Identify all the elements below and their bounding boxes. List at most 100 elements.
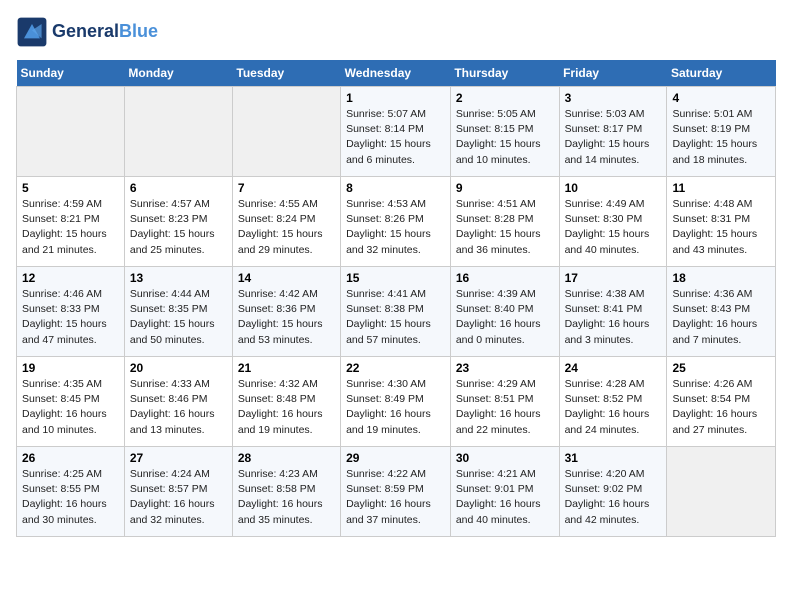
day-number: 29 xyxy=(346,451,445,465)
day-info: Sunrise: 4:55 AM Sunset: 8:24 PM Dayligh… xyxy=(238,197,335,258)
day-number: 18 xyxy=(672,271,770,285)
calendar-cell: 25 Sunrise: 4:26 AM Sunset: 8:54 PM Dayli… xyxy=(667,357,776,447)
header-wednesday: Wednesday xyxy=(341,60,451,87)
day-number: 19 xyxy=(22,361,119,375)
day-number: 26 xyxy=(22,451,119,465)
calendar-cell: 20 Sunrise: 4:33 AM Sunset: 8:46 PM Dayli… xyxy=(124,357,232,447)
day-number: 27 xyxy=(130,451,227,465)
day-number: 12 xyxy=(22,271,119,285)
calendar-cell: 2Sunrise: 5:05 AM Sunset: 8:15 PM Daylig… xyxy=(450,87,559,177)
day-info: Sunrise: 4:29 AM Sunset: 8:51 PM Dayligh… xyxy=(456,377,554,438)
day-info: Sunrise: 4:42 AM Sunset: 8:36 PM Dayligh… xyxy=(238,287,335,348)
day-number: 13 xyxy=(130,271,227,285)
calendar-cell: 19Sunrise: 4:35 AM Sunset: 8:45 PM Dayli… xyxy=(17,357,125,447)
calendar-cell: 21 Sunrise: 4:32 AM Sunset: 8:48 PM Dayli… xyxy=(232,357,340,447)
day-number: 2 xyxy=(456,91,554,105)
calendar-cell: 13 Sunrise: 4:44 AM Sunset: 8:35 PM Dayli… xyxy=(124,267,232,357)
calendar-cell xyxy=(124,87,232,177)
day-number: 17 xyxy=(565,271,662,285)
calendar-cell: 28 Sunrise: 4:23 AM Sunset: 8:58 PM Dayli… xyxy=(232,447,340,537)
day-info: Sunrise: 4:46 AM Sunset: 8:33 PM Dayligh… xyxy=(22,287,119,348)
day-info: Sunrise: 4:33 AM Sunset: 8:46 PM Dayligh… xyxy=(130,377,227,438)
calendar-cell: 31 Sunrise: 4:20 AM Sunset: 9:02 PM Dayli… xyxy=(559,447,667,537)
logo: GeneralBlue xyxy=(16,16,158,48)
page-header: GeneralBlue xyxy=(16,16,776,48)
calendar-week-row: 12 Sunrise: 4:46 AM Sunset: 8:33 PM Dayli… xyxy=(17,267,776,357)
day-number: 6 xyxy=(130,181,227,195)
day-info: Sunrise: 4:25 AM Sunset: 8:55 PM Dayligh… xyxy=(22,467,119,528)
logo-text: GeneralBlue xyxy=(52,22,158,42)
calendar-table: SundayMondayTuesdayWednesdayThursdayFrid… xyxy=(16,60,776,537)
day-number: 24 xyxy=(565,361,662,375)
calendar-cell xyxy=(17,87,125,177)
calendar-cell: 18 Sunrise: 4:36 AM Sunset: 8:43 PM Dayli… xyxy=(667,267,776,357)
header-friday: Friday xyxy=(559,60,667,87)
day-info: Sunrise: 4:23 AM Sunset: 8:58 PM Dayligh… xyxy=(238,467,335,528)
calendar-cell: 3Sunrise: 5:03 AM Sunset: 8:17 PM Daylig… xyxy=(559,87,667,177)
calendar-cell xyxy=(232,87,340,177)
day-number: 22 xyxy=(346,361,445,375)
day-number: 11 xyxy=(672,181,770,195)
calendar-cell: 27 Sunrise: 4:24 AM Sunset: 8:57 PM Dayli… xyxy=(124,447,232,537)
day-number: 23 xyxy=(456,361,554,375)
day-info: Sunrise: 4:39 AM Sunset: 8:40 PM Dayligh… xyxy=(456,287,554,348)
logo-icon xyxy=(16,16,48,48)
calendar-cell: 30 Sunrise: 4:21 AM Sunset: 9:01 PM Dayli… xyxy=(450,447,559,537)
calendar-cell: 9Sunrise: 4:51 AM Sunset: 8:28 PM Daylig… xyxy=(450,177,559,267)
day-info: Sunrise: 4:24 AM Sunset: 8:57 PM Dayligh… xyxy=(130,467,227,528)
calendar-cell: 7 Sunrise: 4:55 AM Sunset: 8:24 PM Daylig… xyxy=(232,177,340,267)
day-number: 28 xyxy=(238,451,335,465)
header-thursday: Thursday xyxy=(450,60,559,87)
header-monday: Monday xyxy=(124,60,232,87)
calendar-cell: 15Sunrise: 4:41 AM Sunset: 8:38 PM Dayli… xyxy=(341,267,451,357)
day-info: Sunrise: 4:22 AM Sunset: 8:59 PM Dayligh… xyxy=(346,467,445,528)
day-info: Sunrise: 4:26 AM Sunset: 8:54 PM Dayligh… xyxy=(672,377,770,438)
calendar-cell: 10Sunrise: 4:49 AM Sunset: 8:30 PM Dayli… xyxy=(559,177,667,267)
day-info: Sunrise: 4:59 AM Sunset: 8:21 PM Dayligh… xyxy=(22,197,119,258)
calendar-cell: 11 Sunrise: 4:48 AM Sunset: 8:31 PM Dayli… xyxy=(667,177,776,267)
day-info: Sunrise: 4:36 AM Sunset: 8:43 PM Dayligh… xyxy=(672,287,770,348)
day-info: Sunrise: 4:21 AM Sunset: 9:01 PM Dayligh… xyxy=(456,467,554,528)
calendar-week-row: 1Sunrise: 5:07 AM Sunset: 8:14 PM Daylig… xyxy=(17,87,776,177)
calendar-cell: 8Sunrise: 4:53 AM Sunset: 8:26 PM Daylig… xyxy=(341,177,451,267)
day-number: 30 xyxy=(456,451,554,465)
day-info: Sunrise: 4:38 AM Sunset: 8:41 PM Dayligh… xyxy=(565,287,662,348)
calendar-week-row: 19Sunrise: 4:35 AM Sunset: 8:45 PM Dayli… xyxy=(17,357,776,447)
calendar-cell: 12 Sunrise: 4:46 AM Sunset: 8:33 PM Dayli… xyxy=(17,267,125,357)
calendar-cell: 17 Sunrise: 4:38 AM Sunset: 8:41 PM Dayli… xyxy=(559,267,667,357)
day-number: 21 xyxy=(238,361,335,375)
day-info: Sunrise: 4:32 AM Sunset: 8:48 PM Dayligh… xyxy=(238,377,335,438)
calendar-cell: 24 Sunrise: 4:28 AM Sunset: 8:52 PM Dayli… xyxy=(559,357,667,447)
calendar-cell: 22 Sunrise: 4:30 AM Sunset: 8:49 PM Dayli… xyxy=(341,357,451,447)
day-info: Sunrise: 4:53 AM Sunset: 8:26 PM Dayligh… xyxy=(346,197,445,258)
day-info: Sunrise: 4:41 AM Sunset: 8:38 PM Dayligh… xyxy=(346,287,445,348)
day-number: 16 xyxy=(456,271,554,285)
day-number: 25 xyxy=(672,361,770,375)
day-info: Sunrise: 5:01 AM Sunset: 8:19 PM Dayligh… xyxy=(672,107,770,168)
header-sunday: Sunday xyxy=(17,60,125,87)
day-info: Sunrise: 4:44 AM Sunset: 8:35 PM Dayligh… xyxy=(130,287,227,348)
day-info: Sunrise: 4:30 AM Sunset: 8:49 PM Dayligh… xyxy=(346,377,445,438)
day-info: Sunrise: 4:48 AM Sunset: 8:31 PM Dayligh… xyxy=(672,197,770,258)
day-info: Sunrise: 4:20 AM Sunset: 9:02 PM Dayligh… xyxy=(565,467,662,528)
day-info: Sunrise: 4:51 AM Sunset: 8:28 PM Dayligh… xyxy=(456,197,554,258)
calendar-cell xyxy=(667,447,776,537)
calendar-cell: 16 Sunrise: 4:39 AM Sunset: 8:40 PM Dayli… xyxy=(450,267,559,357)
calendar-cell: 29 Sunrise: 4:22 AM Sunset: 8:59 PM Dayli… xyxy=(341,447,451,537)
calendar-cell: 5 Sunrise: 4:59 AM Sunset: 8:21 PM Daylig… xyxy=(17,177,125,267)
day-number: 31 xyxy=(565,451,662,465)
day-number: 4 xyxy=(672,91,770,105)
day-info: Sunrise: 4:57 AM Sunset: 8:23 PM Dayligh… xyxy=(130,197,227,258)
day-number: 5 xyxy=(22,181,119,195)
calendar-header-row: SundayMondayTuesdayWednesdayThursdayFrid… xyxy=(17,60,776,87)
calendar-cell: 23 Sunrise: 4:29 AM Sunset: 8:51 PM Dayli… xyxy=(450,357,559,447)
day-info: Sunrise: 4:49 AM Sunset: 8:30 PM Dayligh… xyxy=(565,197,662,258)
header-tuesday: Tuesday xyxy=(232,60,340,87)
day-number: 20 xyxy=(130,361,227,375)
day-info: Sunrise: 4:28 AM Sunset: 8:52 PM Dayligh… xyxy=(565,377,662,438)
day-number: 14 xyxy=(238,271,335,285)
calendar-cell: 6 Sunrise: 4:57 AM Sunset: 8:23 PM Daylig… xyxy=(124,177,232,267)
calendar-cell: 26 Sunrise: 4:25 AM Sunset: 8:55 PM Dayli… xyxy=(17,447,125,537)
day-info: Sunrise: 5:03 AM Sunset: 8:17 PM Dayligh… xyxy=(565,107,662,168)
day-number: 7 xyxy=(238,181,335,195)
